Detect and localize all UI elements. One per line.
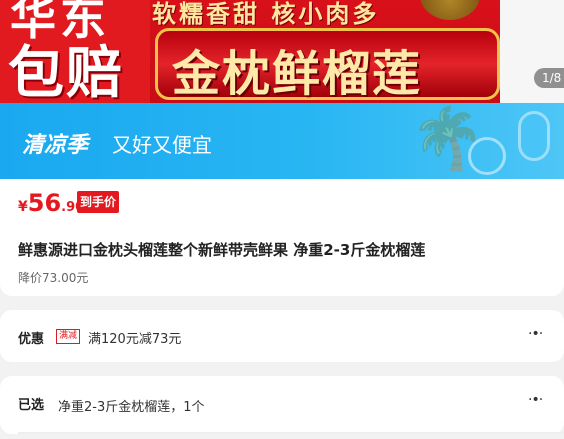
more-dots-icon[interactable]: ·•· bbox=[528, 392, 543, 408]
price-integer: 56 bbox=[27, 189, 62, 217]
selected-spec-text: 净重2-3斤金枕榴莲，1个 bbox=[58, 400, 205, 415]
promo-slogan: 又好又便宜 bbox=[112, 133, 212, 157]
currency-symbol: ¥ bbox=[18, 199, 28, 215]
product-title: 鲜惠源进口金枕头榴莲整个新鲜带壳鲜果 净重2-3斤金枕榴莲 bbox=[18, 241, 426, 259]
final-price: ¥56.90 bbox=[18, 189, 84, 217]
selected-label: 已选 bbox=[18, 398, 45, 413]
divider bbox=[18, 432, 564, 434]
benefit-label: 优惠 bbox=[18, 332, 45, 347]
price-drop-note: 降价73.00元 bbox=[18, 271, 89, 285]
banner-main-text: 金枕鲜榴莲 bbox=[172, 46, 423, 102]
benefit-row[interactable]: 优惠 满减 满120元减73元 ·•· bbox=[0, 310, 564, 362]
image-page-indicator: 1/8 bbox=[534, 68, 564, 88]
banner-subtitle: 软糯香甜 核小肉多 bbox=[152, 0, 380, 28]
durian-image bbox=[420, 0, 480, 20]
banner-guarantee-text: 包赔 bbox=[8, 41, 124, 103]
price-card: ¥56.90 到手价 鲜惠源进口金枕头榴莲整个新鲜带壳鲜果 净重2-3斤金枕榴莲… bbox=[0, 179, 564, 296]
benefit-text: 满120元减73元 bbox=[88, 332, 182, 347]
product-image-carousel[interactable]: 华东 包赔 软糯香甜 核小肉多 金枕鲜榴莲 1/8 bbox=[0, 0, 564, 103]
drink-icon bbox=[518, 111, 550, 161]
summer-promo-bar[interactable]: 清凉季 又好又便宜 🌴 bbox=[0, 103, 564, 179]
beach-ball-icon bbox=[468, 137, 506, 175]
final-price-badge: 到手价 bbox=[77, 191, 119, 213]
more-dots-icon[interactable]: ·•· bbox=[528, 326, 543, 342]
discount-tag: 满减 bbox=[56, 329, 81, 344]
product-page: 华东 包赔 软糯香甜 核小肉多 金枕鲜榴莲 1/8 清凉季 又好又便宜 🌴 ¥5… bbox=[0, 0, 564, 439]
promo-title: 清凉季 bbox=[22, 133, 89, 158]
selected-spec-row[interactable]: 已选 净重2-3斤金枕榴莲，1个 ·•· bbox=[0, 376, 564, 434]
banner-left-panel: 华东 包赔 bbox=[0, 0, 150, 103]
